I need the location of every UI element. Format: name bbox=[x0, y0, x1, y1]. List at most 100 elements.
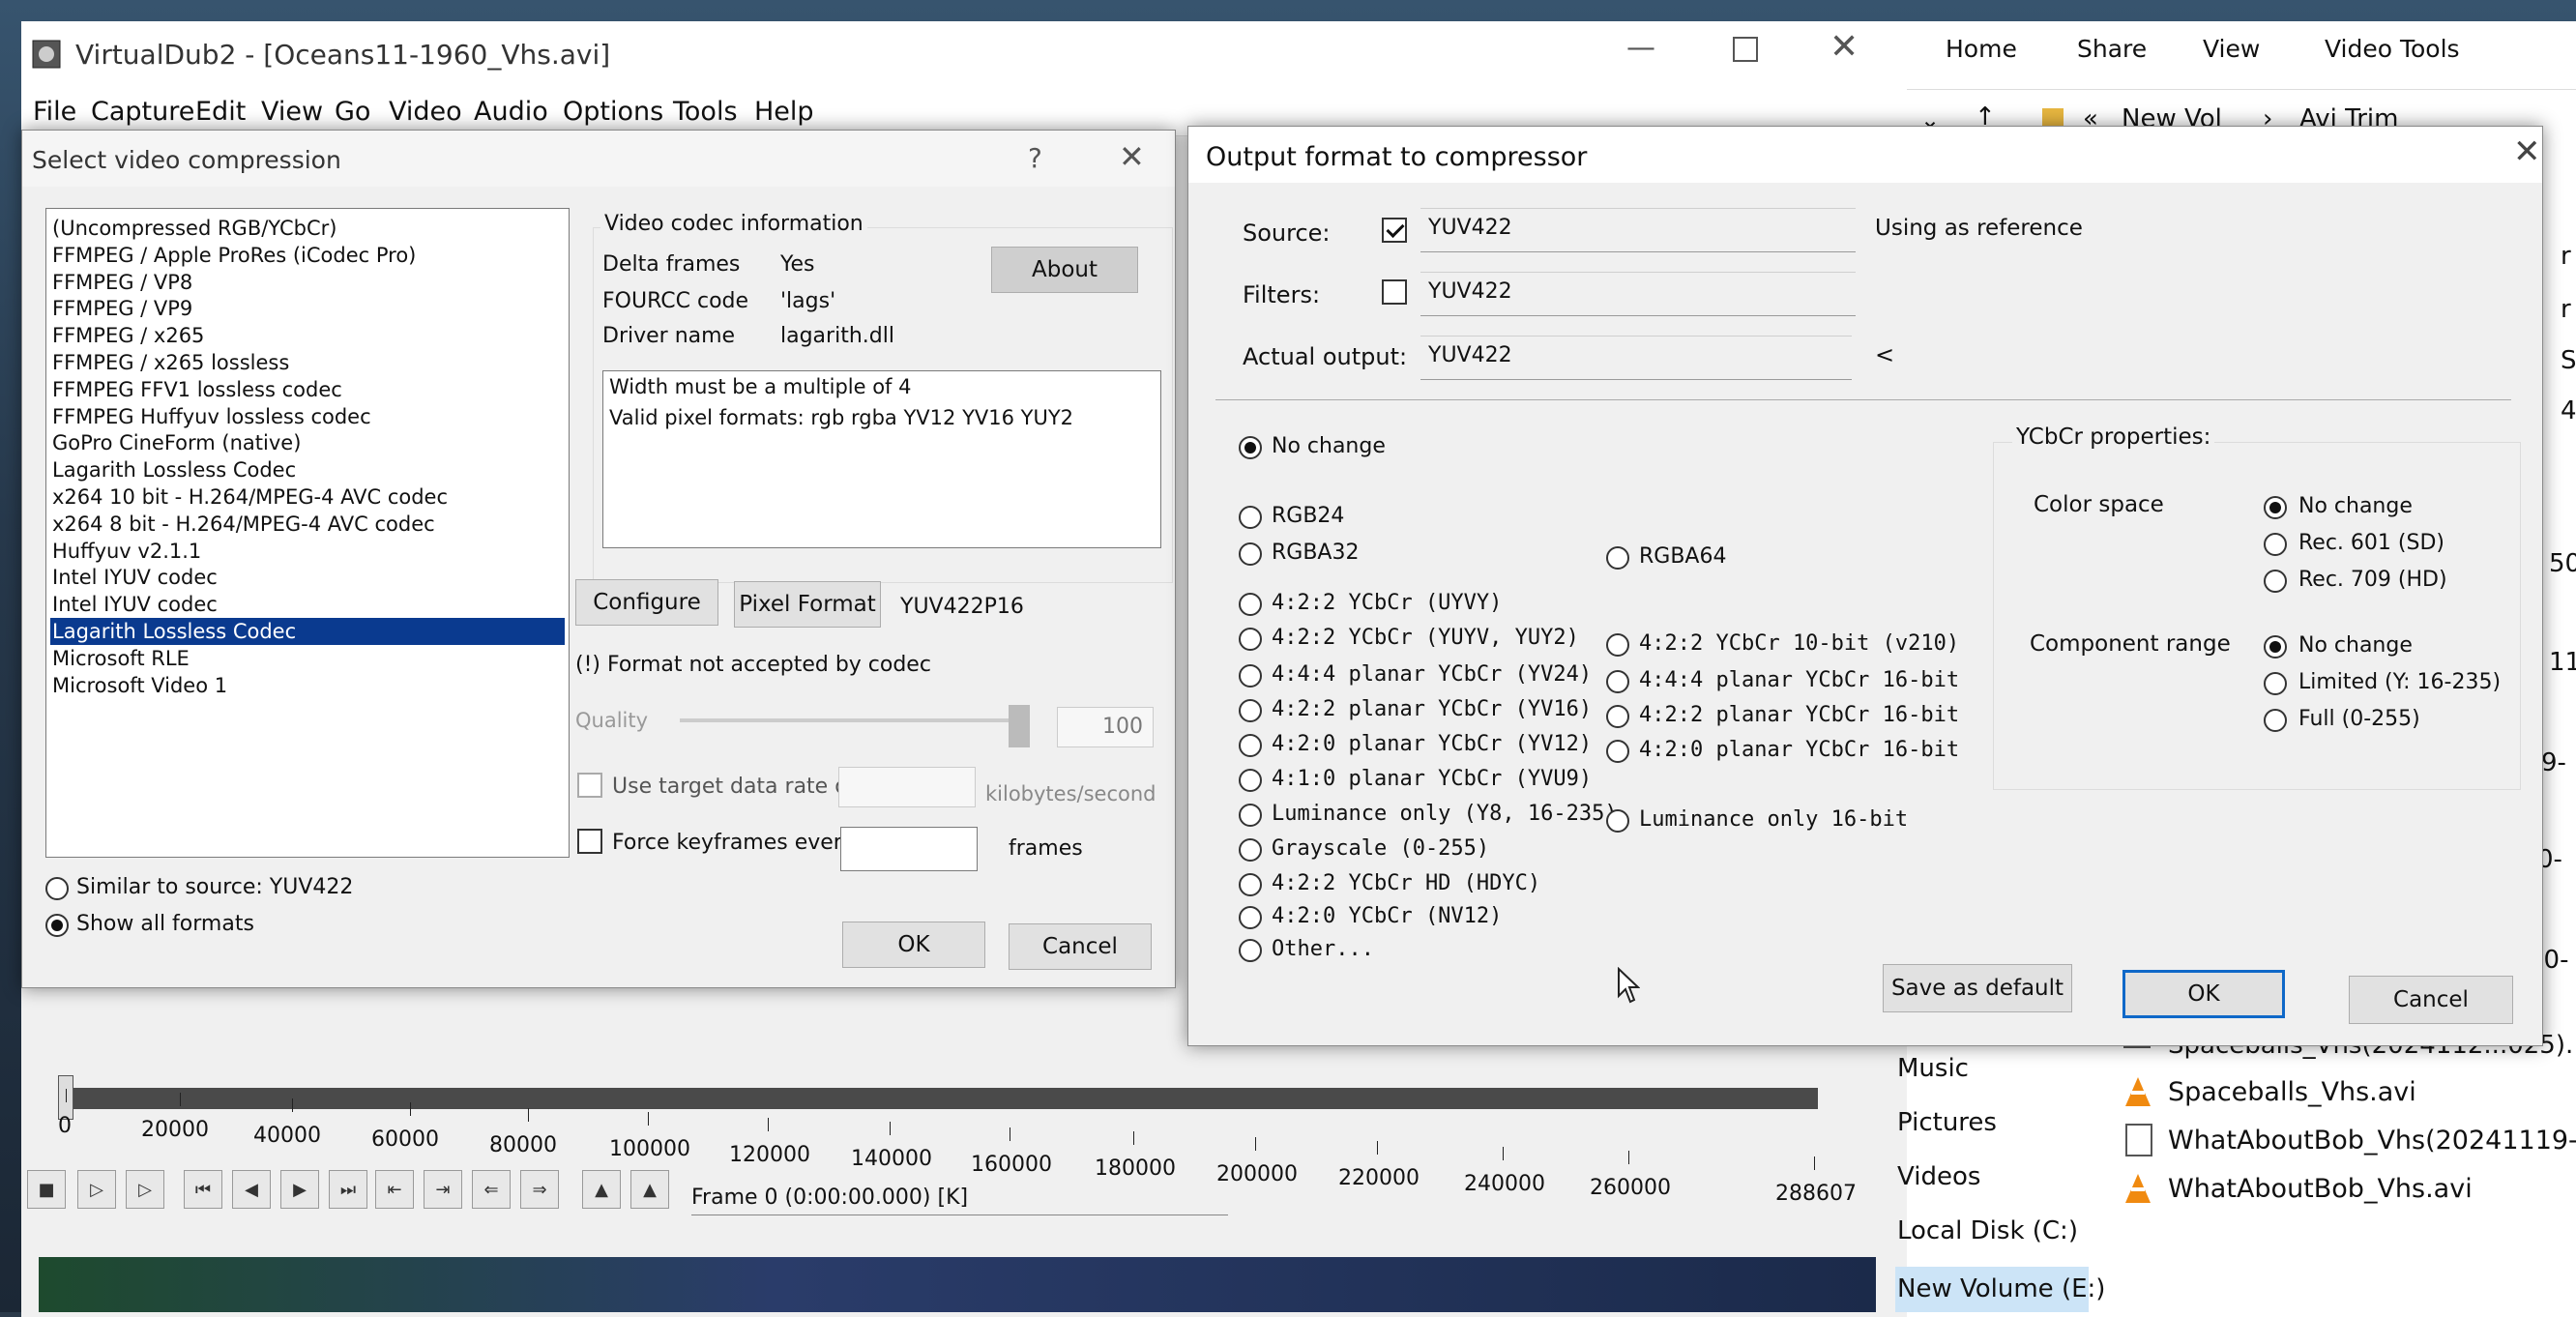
range-radio[interactable] bbox=[2264, 709, 2287, 732]
close-icon[interactable]: ✕ bbox=[1119, 138, 1145, 175]
next-frame-icon[interactable]: ▶ bbox=[280, 1170, 319, 1209]
codec-list-item[interactable]: Lagarith Lossless Codec bbox=[50, 456, 565, 483]
color-space-radio[interactable] bbox=[2264, 496, 2287, 519]
codec-list-item[interactable]: FFMPEG / Apple ProRes (iCodec Pro) bbox=[50, 242, 565, 269]
nav-local-disk[interactable]: Local Disk (C:) bbox=[1897, 1216, 2078, 1245]
codec-list-item[interactable]: Intel IYUV codec bbox=[50, 591, 565, 618]
ok-button[interactable]: OK bbox=[842, 922, 985, 968]
prev-key-icon[interactable]: ⇤ bbox=[375, 1170, 414, 1209]
quality-slider-thumb[interactable] bbox=[1009, 705, 1030, 747]
menu-audio[interactable]: Audio bbox=[474, 97, 548, 127]
cancel-button[interactable]: Cancel bbox=[1009, 923, 1152, 970]
format-radio[interactable] bbox=[1239, 542, 1262, 566]
end-icon[interactable]: ⏭ bbox=[329, 1170, 367, 1209]
source-checkbox[interactable] bbox=[1382, 218, 1407, 243]
about-button[interactable]: About bbox=[991, 247, 1138, 293]
format-radio[interactable] bbox=[1239, 906, 1262, 929]
codec-list-item[interactable]: Intel IYUV codec bbox=[50, 564, 565, 591]
maximize-button[interactable] bbox=[1733, 37, 1758, 62]
range-radio[interactable] bbox=[2264, 635, 2287, 658]
ribbon-tab-video-tools[interactable]: Video Tools bbox=[2325, 35, 2460, 63]
nav-new-volume[interactable]: New Volume (E:) bbox=[1897, 1274, 2105, 1303]
format-radio[interactable] bbox=[1606, 740, 1629, 763]
ribbon-tab-home[interactable]: Home bbox=[1946, 35, 2017, 63]
codec-list-item[interactable]: x264 10 bit - H.264/MPEG-4 AVC codec bbox=[50, 483, 565, 511]
close-icon[interactable]: ✕ bbox=[2513, 132, 2541, 171]
menu-tools[interactable]: Tools bbox=[673, 97, 738, 127]
format-radio[interactable] bbox=[1606, 633, 1629, 657]
filters-checkbox[interactable] bbox=[1382, 279, 1407, 305]
stop-icon[interactable]: ■ bbox=[27, 1170, 66, 1209]
format-radio[interactable] bbox=[1239, 873, 1262, 896]
color-space-radio[interactable] bbox=[2264, 533, 2287, 556]
nav-music[interactable]: Music bbox=[1897, 1054, 1969, 1083]
format-radio[interactable] bbox=[1239, 664, 1262, 688]
codec-list-item[interactable]: (Uncompressed RGB/YCbCr) bbox=[50, 215, 565, 242]
quality-value[interactable]: 100 bbox=[1057, 707, 1154, 747]
format-radio[interactable] bbox=[1606, 809, 1629, 833]
quality-slider-track[interactable] bbox=[680, 718, 1028, 722]
mark-out-icon[interactable]: ▲ bbox=[630, 1170, 669, 1209]
format-radio[interactable] bbox=[1239, 769, 1262, 792]
menu-video[interactable]: Video bbox=[389, 97, 462, 127]
ok-button[interactable]: OK bbox=[2122, 970, 2285, 1018]
next-key-icon[interactable]: ⇥ bbox=[424, 1170, 462, 1209]
codec-list-item[interactable]: Lagarith Lossless Codec bbox=[50, 618, 565, 645]
prev-scene-icon[interactable]: ⇐ bbox=[472, 1170, 511, 1209]
show-all-formats-radio[interactable] bbox=[45, 914, 69, 937]
format-radio[interactable] bbox=[1239, 939, 1262, 962]
save-as-default-button[interactable]: Save as default bbox=[1883, 964, 2072, 1012]
codec-list-item[interactable]: FFMPEG / VP9 bbox=[50, 295, 565, 322]
menu-file[interactable]: File bbox=[33, 97, 76, 127]
format-radio[interactable] bbox=[1239, 593, 1262, 616]
codec-list-item[interactable]: x264 8 bit - H.264/MPEG-4 AVC codec bbox=[50, 511, 565, 538]
close-button[interactable]: ✕ bbox=[1830, 27, 1859, 67]
nav-videos[interactable]: Videos bbox=[1897, 1162, 1980, 1191]
color-space-radio[interactable] bbox=[2264, 570, 2287, 593]
range-radio[interactable] bbox=[2264, 672, 2287, 695]
nav-pictures[interactable]: Pictures bbox=[1897, 1108, 1997, 1137]
codec-list-item[interactable]: Microsoft RLE bbox=[50, 645, 565, 672]
target-rate-checkbox[interactable] bbox=[577, 773, 602, 798]
target-rate-input[interactable] bbox=[838, 767, 976, 807]
codec-list[interactable]: (Uncompressed RGB/YCbCr) FFMPEG / Apple P… bbox=[45, 208, 570, 858]
codec-list-item[interactable]: Huffyuv v2.1.1 bbox=[50, 538, 565, 565]
similar-to-source-radio[interactable] bbox=[45, 877, 69, 900]
format-radio[interactable] bbox=[1239, 628, 1262, 651]
codec-list-item[interactable]: FFMPEG FFV1 lossless codec bbox=[50, 376, 565, 403]
menu-go[interactable]: Go bbox=[335, 97, 370, 127]
codec-list-item[interactable]: FFMPEG Huffyuv lossless codec bbox=[50, 403, 565, 430]
timeline-track[interactable] bbox=[58, 1088, 1818, 1109]
minimize-button[interactable]: — bbox=[1626, 31, 1655, 65]
next-scene-icon[interactable]: ⇒ bbox=[520, 1170, 559, 1209]
ribbon-tab-share[interactable]: Share bbox=[2077, 35, 2147, 63]
configure-button[interactable]: Configure bbox=[575, 579, 718, 626]
prev-frame-icon[interactable]: ◀ bbox=[232, 1170, 271, 1209]
format-radio[interactable] bbox=[1606, 670, 1629, 693]
menu-help[interactable]: Help bbox=[754, 97, 814, 127]
ribbon-tab-view[interactable]: View bbox=[2203, 35, 2260, 63]
keyframes-input[interactable] bbox=[840, 827, 978, 871]
mark-in-icon[interactable]: ▲ bbox=[582, 1170, 621, 1209]
codec-list-item[interactable]: Microsoft Video 1 bbox=[50, 672, 565, 699]
pixel-format-button[interactable]: Pixel Format bbox=[734, 581, 881, 628]
help-button[interactable]: ? bbox=[1028, 142, 1042, 174]
menu-view[interactable]: View bbox=[261, 97, 323, 127]
menu-options[interactable]: Options bbox=[563, 97, 663, 127]
start-icon[interactable]: ⏮ bbox=[184, 1170, 222, 1209]
format-radio[interactable] bbox=[1606, 546, 1629, 570]
codec-list-item[interactable]: GoPro CineForm (native) bbox=[50, 429, 565, 456]
codec-list-item[interactable]: FFMPEG / x265 lossless bbox=[50, 349, 565, 376]
format-radio[interactable] bbox=[1239, 699, 1262, 722]
format-radio[interactable] bbox=[1606, 705, 1629, 728]
format-radio[interactable] bbox=[1239, 436, 1262, 459]
format-radio[interactable] bbox=[1239, 734, 1262, 757]
codec-list-item[interactable]: FFMPEG / x265 bbox=[50, 322, 565, 349]
play-input-icon[interactable]: ▷ bbox=[77, 1170, 116, 1209]
format-radio[interactable] bbox=[1239, 506, 1262, 529]
format-radio[interactable] bbox=[1239, 838, 1262, 862]
menu-edit[interactable]: Edit bbox=[195, 97, 246, 127]
format-radio[interactable] bbox=[1239, 804, 1262, 827]
menu-capture[interactable]: Capture bbox=[91, 97, 194, 127]
codec-list-item[interactable]: FFMPEG / VP8 bbox=[50, 269, 565, 296]
